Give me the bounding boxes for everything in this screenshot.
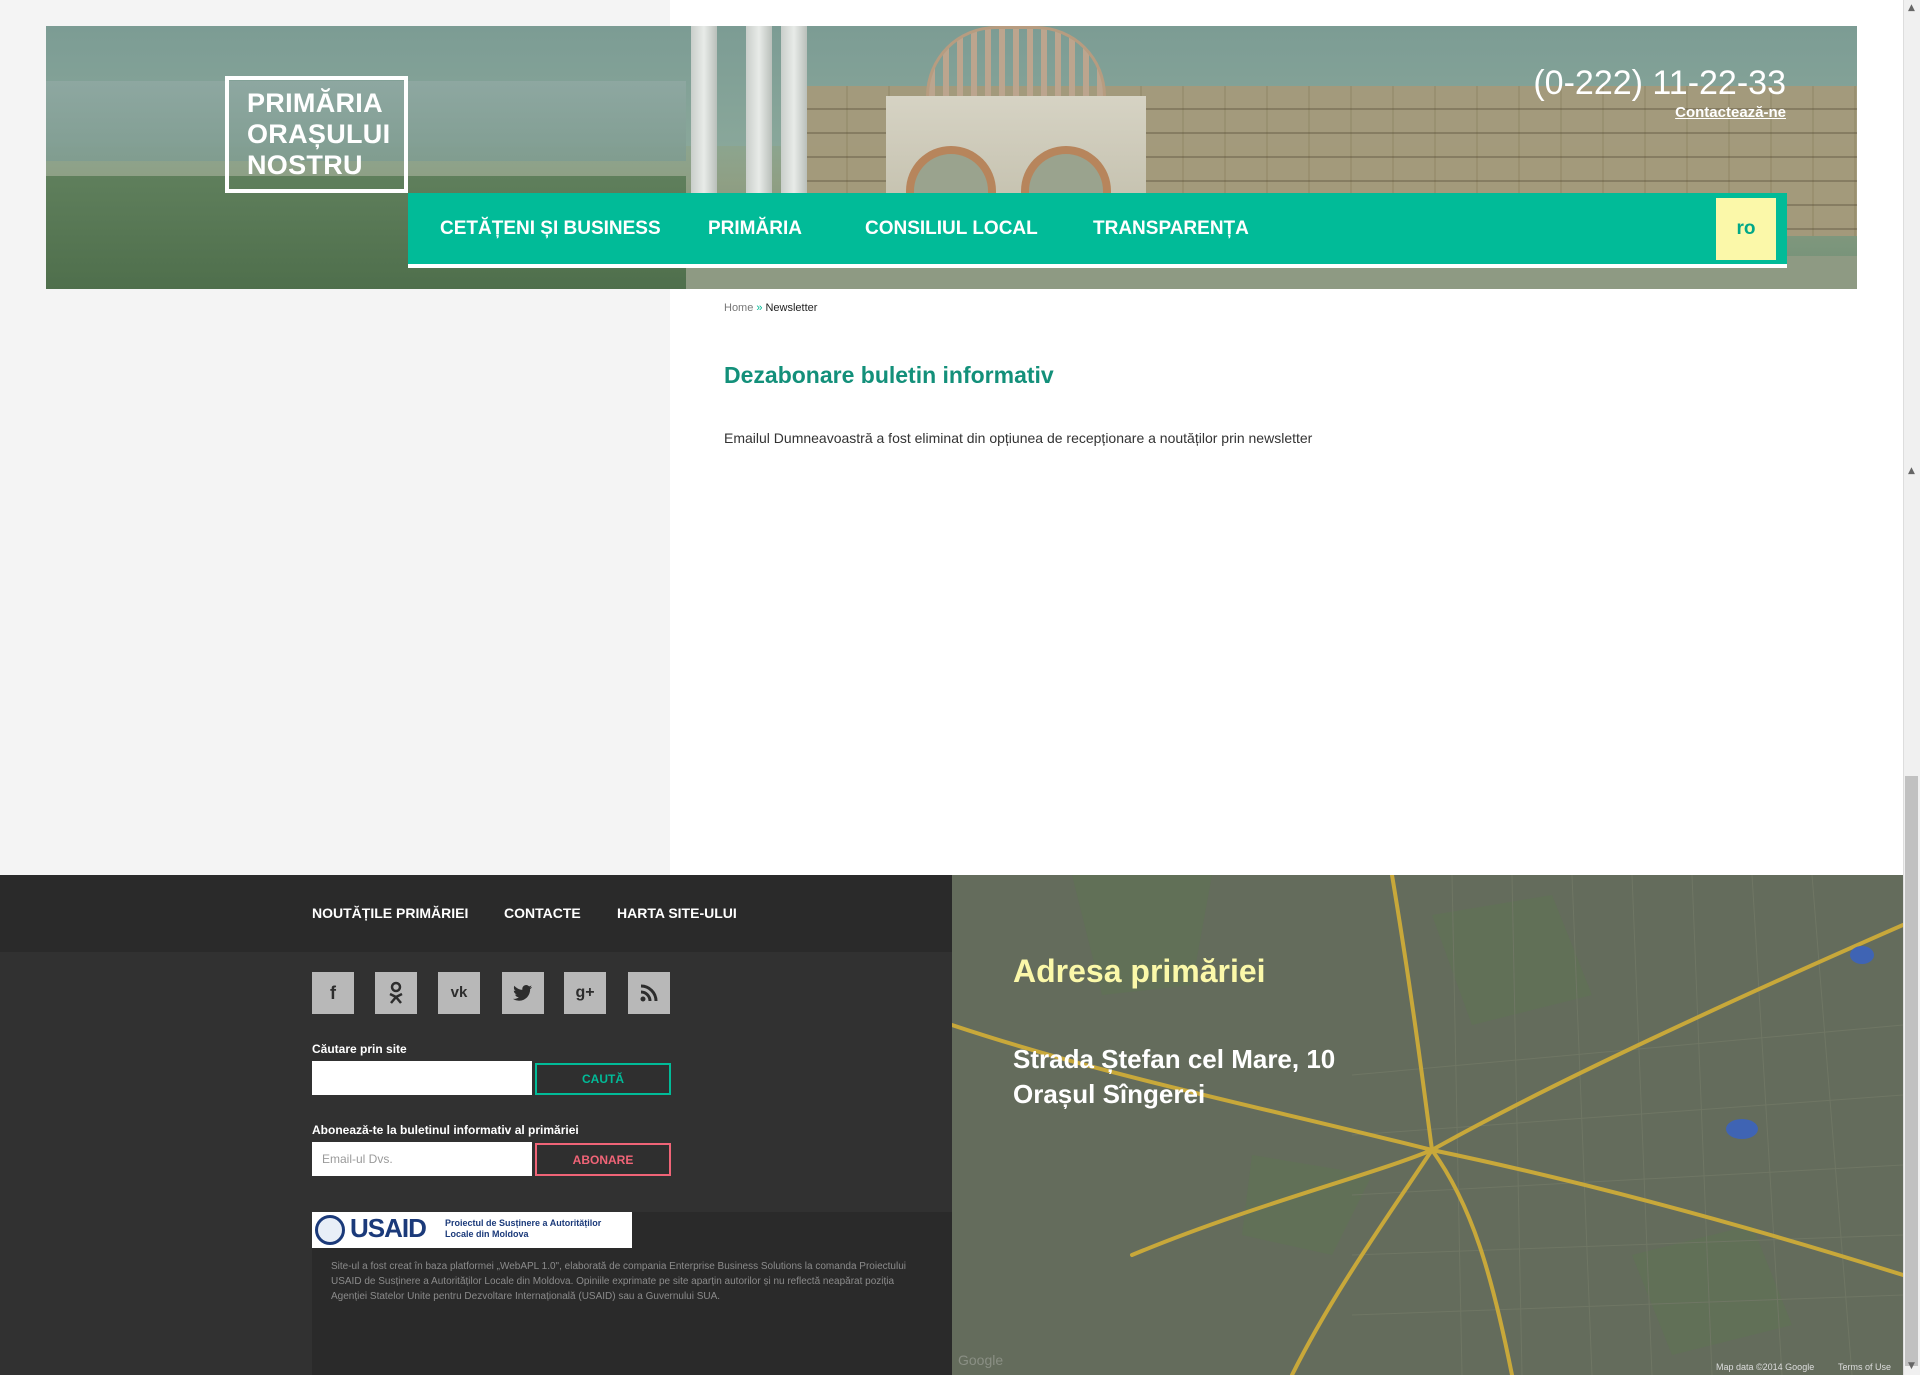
odnoklassniki-icon[interactable] [375,972,417,1014]
nav-item-cetateni-business[interactable]: CETĂȚENI ȘI BUSINESS [440,193,661,264]
search-button[interactable]: CAUTĂ [535,1063,671,1095]
header-contact: (0-222) 11-22-33 Contactează-ne [1533,64,1786,121]
site-logo[interactable]: PRIMĂRIA ORAȘULUI NOSTRU [225,76,408,193]
map-address-street: Strada Ștefan cel Mare, 10 [1013,1044,1336,1074]
search-input[interactable] [312,1061,532,1095]
map-address-title: Adresa primăriei [1013,953,1266,989]
scroll-up-icon[interactable]: ▲ [1905,465,1918,478]
newsletter-label: Abonează-te la buletinul informativ al p… [312,1123,579,1137]
vk-icon[interactable]: vk [438,972,480,1014]
search-label: Căutare prin site [312,1042,407,1056]
phone-number: (0-222) 11-22-33 [1533,64,1786,102]
scrollbar-thumb[interactable] [1905,776,1918,1366]
footer-nav: NOUTĂȚILE PRIMĂRIEI CONTACTE HARTA SITE-… [0,875,952,952]
twitter-icon[interactable] [502,972,544,1014]
footer-link-harta[interactable]: HARTA SITE-ULUI [617,905,737,921]
usaid-logo[interactable]: USAID Proiectul de Susținere a Autorităț… [312,1212,632,1248]
map-roads [952,875,1903,1375]
facebook-icon[interactable]: f [312,972,354,1014]
breadcrumb-separator: » [756,302,763,314]
unsubscribe-message: Emailul Dumneavoastră a fost eliminat di… [724,430,1313,446]
page-title: Dezabonare buletin informativ [724,362,1054,388]
logo-line: ORAȘULUI [247,119,391,149]
nav-item-consiliul-local[interactable]: CONSILIUL LOCAL [865,193,1038,264]
rss-icon[interactable] [628,972,670,1014]
scroll-up-icon[interactable]: ▲ [1905,2,1918,15]
map-panel[interactable] [952,875,1903,1375]
scroll-down-icon[interactable]: ▼ [1905,1360,1918,1373]
nav-item-primaria[interactable]: PRIMĂRIA [708,193,802,264]
logo-line: NOSTRU [247,150,363,180]
map-address-city: Orașul Sîngerei [1013,1079,1206,1109]
usaid-wordmark: USAID [350,1213,427,1243]
breadcrumb-current: Newsletter [765,302,818,314]
footer-link-noutati[interactable]: NOUTĂȚILE PRIMĂRIEI [312,905,468,921]
disclaimer-text: Site-ul a fost creat în baza platformei … [331,1261,906,1302]
breadcrumb-home-link[interactable]: Home [724,302,753,314]
footer-link-contacte[interactable]: CONTACTE [504,905,581,921]
map-credit: Map data ©2014 Google [1716,1362,1815,1372]
nav-item-transparenta[interactable]: TRANSPARENȚA [1093,193,1249,264]
subscribe-button[interactable]: ABONARE [535,1143,671,1176]
language-switcher[interactable]: ro [1716,198,1776,260]
main-nav: CETĂȚENI ȘI BUSINESS PRIMĂRIA CONSILIUL … [408,193,1787,268]
breadcrumb: Home» Newsletter [724,302,817,314]
usaid-project-name: Proiectul de Susținere a Autorităților L… [445,1218,602,1239]
google-watermark: Google [958,1352,1004,1368]
newsletter-email-input[interactable] [312,1142,532,1176]
logo-line: PRIMĂRIA [247,88,383,118]
contact-link[interactable]: Contactează-ne [1675,104,1786,121]
google-plus-icon[interactable]: g+ [564,972,606,1014]
usaid-seal-icon [315,1215,345,1245]
map-terms-link[interactable]: Terms of Use [1838,1362,1891,1372]
usaid-name: USAID [350,1213,427,1243]
